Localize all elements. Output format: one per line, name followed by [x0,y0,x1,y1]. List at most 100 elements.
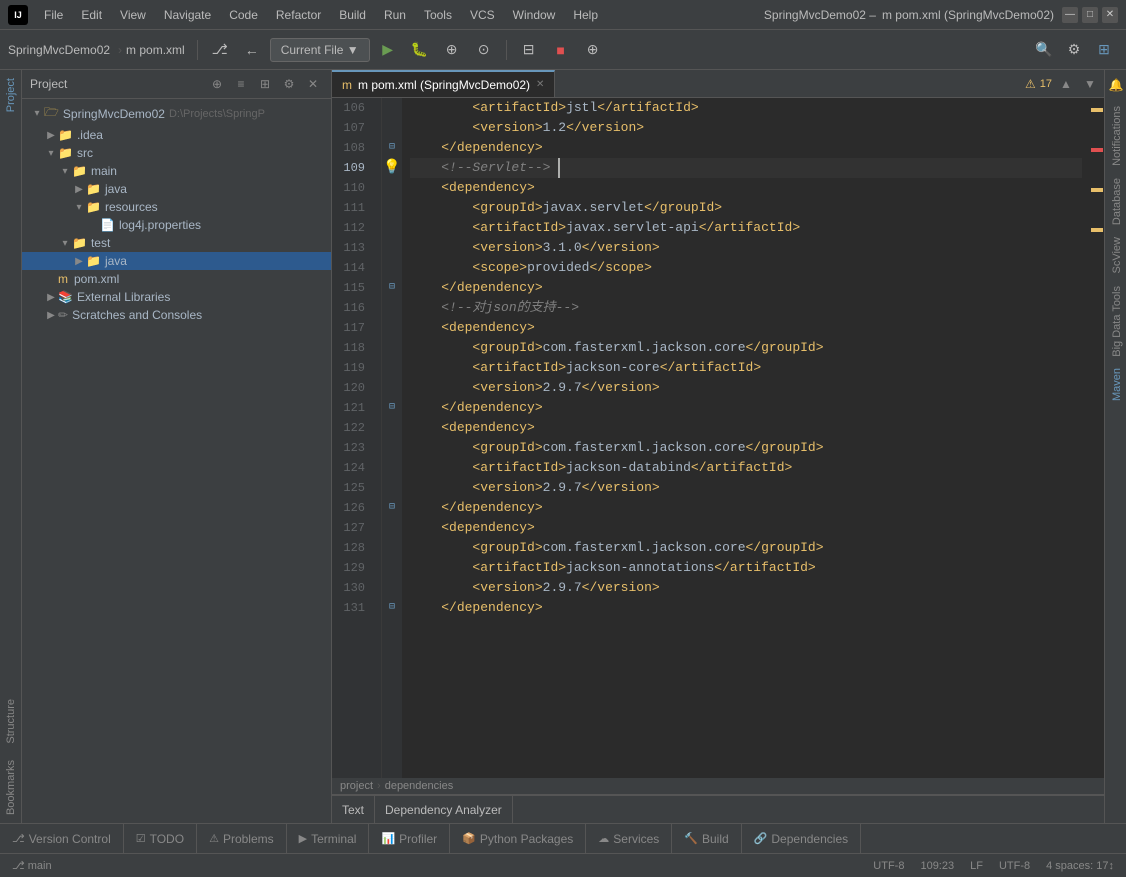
sidebar-settings-button[interactable]: ⚙ [279,74,299,94]
minimize-button[interactable]: — [1062,7,1078,23]
breadcrumb-project[interactable]: project [340,780,373,792]
far-right-tab-database[interactable]: Database [1105,172,1126,231]
menu-vcs[interactable]: VCS [462,6,503,24]
far-right-tab-notifications[interactable]: Notifications [1105,100,1126,172]
expand-arrow: ▾ [30,108,44,119]
sub-tab-dependency-analyzer[interactable]: Dependency Analyzer [375,796,513,823]
left-tab-bookmarks[interactable]: Bookmarks [2,752,20,823]
menu-code[interactable]: Code [221,6,266,24]
line-num-120: 120 [332,378,373,398]
todo-icon: ☑ [136,832,146,845]
menu-help[interactable]: Help [565,6,606,24]
tree-item-scratches[interactable]: ▶ ✏ Scratches and Consoles [22,306,331,324]
status-line-separator[interactable]: LF [966,860,987,872]
code-line-128: <groupId>com.fasterxml.jackson.core</gro… [410,538,1082,558]
tree-item-pomxml[interactable]: ▶ m pom.xml [22,270,331,288]
gutter-108[interactable]: ⊟ [382,138,402,158]
tab-close-button[interactable]: ✕ [536,79,544,90]
menu-refactor[interactable]: Refactor [268,6,329,24]
tree-item-idea[interactable]: ▶ 📁 .idea [22,126,331,144]
line-num-111: 111 [332,198,373,218]
line-numbers: 106 107 108 109 110 111 112 113 114 115 … [332,98,382,778]
tree-item-log4j[interactable]: ▶ 📄 log4j.properties [22,216,331,234]
bottom-tab-dependencies[interactable]: 🔗 Dependencies [742,824,861,853]
menu-view[interactable]: View [112,6,154,24]
editor-tab-pomxml[interactable]: m m pom.xml (SpringMvcDemo02) ✕ [332,70,555,97]
line-num-110: 110 [332,178,373,198]
status-vcs[interactable]: ⎇ main [8,859,56,872]
collapse-all-button[interactable]: ≡ [231,74,251,94]
close-sidebar-button[interactable]: ✕ [303,74,323,94]
menu-tools[interactable]: Tools [416,6,460,24]
code-content[interactable]: <artifactId>jstl</artifactId> <version>1… [402,98,1090,778]
run-button[interactable]: ▶ [374,36,402,64]
menu-window[interactable]: Window [505,6,564,24]
tree-item-src[interactable]: ▾ 📁 src [22,144,331,162]
bottom-tab-problems[interactable]: ⚠ Problems [197,824,287,853]
tree-item-java-main[interactable]: ▶ 📁 java [22,180,331,198]
breadcrumb-dependencies[interactable]: dependencies [385,780,454,792]
status-line-col[interactable]: 109:23 [916,860,958,872]
restore-button[interactable]: □ [1082,7,1098,23]
menu-file[interactable]: File [36,6,71,24]
line-num-123: 123 [332,438,373,458]
settings-button[interactable]: ⚙ [1060,36,1088,64]
menu-build[interactable]: Build [331,6,374,24]
tree-item-test[interactable]: ▾ 📁 test [22,234,331,252]
bottom-tab-profiler[interactable]: 📊 Profiler [369,824,450,853]
tree-item-external-libraries[interactable]: ▶ 📚 External Libraries [22,288,331,306]
add-to-project-button[interactable]: ⊕ [207,74,227,94]
gutter-121[interactable]: ⊟ [382,398,402,418]
far-right-tab-scview[interactable]: ScView [1105,231,1126,279]
tree-label: .idea [77,128,103,142]
sub-tab-text[interactable]: Text [332,796,375,823]
code-line-130: <version>2.9.7</version> [410,578,1082,598]
gutter-112 [382,218,402,238]
tree-item-main[interactable]: ▾ 📁 main [22,162,331,180]
debug-button[interactable]: 🐛 [406,36,434,64]
expand-all-button[interactable]: ⊞ [255,74,275,94]
profile-button[interactable]: ⊙ [470,36,498,64]
far-right-tab-big-data-tools[interactable]: Big Data Tools [1105,280,1126,363]
notifications-button[interactable]: 🔔 [1105,70,1126,100]
coverage-button[interactable]: ⊕ [438,36,466,64]
bottom-tab-services[interactable]: ☁ Services [586,824,672,853]
close-button[interactable]: ✕ [1102,7,1118,23]
tree-item-java-test[interactable]: ▶ 📁 java [22,252,331,270]
gutter-130 [382,578,402,598]
left-tab-structure[interactable]: Structure [2,691,20,752]
bottom-tab-version-control[interactable]: ⎇ Version Control [0,824,124,853]
vcs-button[interactable]: ⎇ [206,36,234,64]
build-menu-button[interactable]: ⊟ [515,36,543,64]
menu-run[interactable]: Run [376,6,414,24]
gutter-126[interactable]: ⊟ [382,498,402,518]
status-spaces[interactable]: 4 spaces: 17↕ [1042,860,1118,872]
bottom-tab-build[interactable]: 🔨 Build [672,824,741,853]
far-right-tab-maven[interactable]: Maven [1105,362,1126,407]
bottom-tab-terminal[interactable]: ▶ Terminal [287,824,370,853]
bottom-tab-python-packages[interactable]: 📦 Python Packages [450,824,586,853]
terminal-icon: ▶ [299,832,307,845]
folder-icon: 📁 [72,164,87,178]
status-encoding[interactable]: UTF-8 [869,860,908,872]
back-button[interactable]: ← [238,36,266,64]
gutter-115[interactable]: ⊟ [382,278,402,298]
gutter-131[interactable]: ⊟ [382,598,402,618]
build-icon: 🔨 [684,832,698,845]
current-file-dropdown[interactable]: Current File ▼ [270,38,370,62]
scroll-down-button[interactable]: ▼ [1080,74,1100,94]
scroll-up-button[interactable]: ▲ [1056,74,1076,94]
more-button[interactable]: ⊕ [579,36,607,64]
stop-button[interactable]: ■ [547,36,575,64]
code-line-117: <dependency> [410,318,1082,338]
bottom-tab-todo[interactable]: ☑ TODO [124,824,197,853]
menu-navigate[interactable]: Navigate [156,6,219,24]
plugins-button[interactable]: ⊞ [1090,36,1118,64]
code-editor[interactable]: 106 107 108 109 110 111 112 113 114 115 … [332,98,1104,778]
search-everywhere-button[interactable]: 🔍 [1030,36,1058,64]
tree-item-resources[interactable]: ▾ 📁 resources [22,198,331,216]
tree-item-springmvcdemo02[interactable]: ▾ 🗁 SpringMvcDemo02 D:\Projects\SpringP [22,101,331,126]
left-tab-project[interactable]: Project [2,70,20,120]
status-indent[interactable]: UTF-8 [995,860,1034,872]
menu-edit[interactable]: Edit [73,6,110,24]
